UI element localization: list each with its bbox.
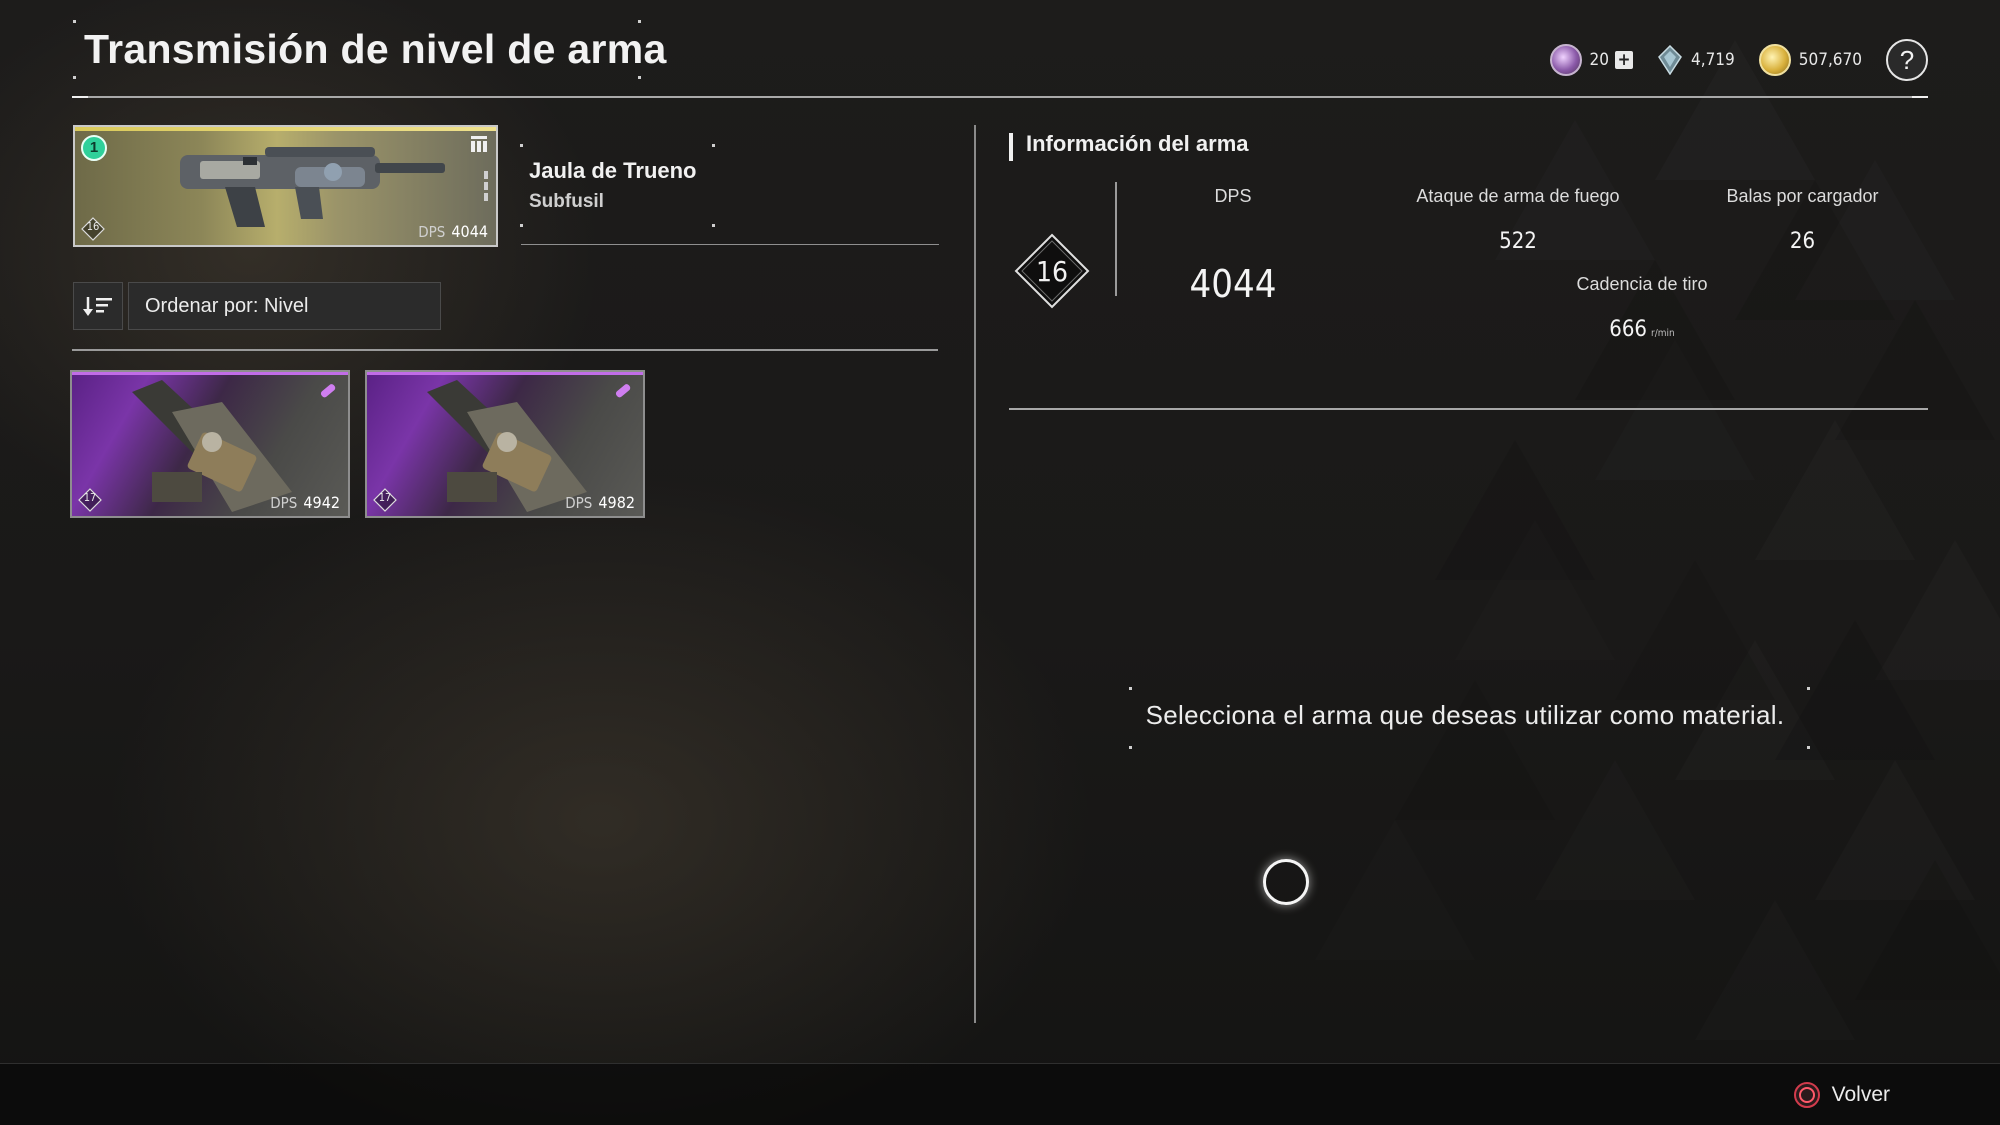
header-divider-cap <box>72 96 88 98</box>
magazine-stat-label: Balas por cargador <box>1726 186 1879 206</box>
currency-gold: 507,670 <box>1758 44 1862 76</box>
currency-purple: 20 + <box>1549 44 1633 76</box>
selection-prompt: Selecciona el arma que deseas utilizar c… <box>1145 700 1785 730</box>
dps-value: 4942 <box>303 493 340 512</box>
magazine-stat-value: 26 <box>1789 229 1816 254</box>
selected-weapon-card[interactable]: 1 16 DPS 4044 <box>73 125 498 247</box>
prompt-corner-dot <box>1807 687 1810 690</box>
back-button[interactable]: Volver <box>1793 1082 1890 1108</box>
crystal-icon <box>1658 45 1682 75</box>
currency-purple-value: 20 <box>1589 50 1609 70</box>
name-corner-dot <box>712 224 715 227</box>
material-dps: DPS 4942 <box>270 493 340 512</box>
ammo-icon <box>320 384 336 398</box>
fire-rate-stat-value: 666 <box>1609 317 1648 342</box>
ammo-icon <box>615 384 631 398</box>
sort-dropdown[interactable]: Ordenar por: Nivel <box>128 282 441 330</box>
material-weapon-card[interactable]: 17 DPS 4942 <box>70 370 350 518</box>
sort-icon <box>83 297 112 316</box>
sort-order-button[interactable] <box>73 282 123 330</box>
info-level: 16 <box>1035 255 1069 288</box>
dps-stat-value: 4044 <box>1189 262 1277 306</box>
prompt-corner-dot <box>1129 687 1132 690</box>
circle-button-icon <box>1793 1082 1820 1108</box>
prompt-corner-dot <box>1129 746 1132 749</box>
weapon-level-badge: 16 <box>81 217 105 241</box>
info-section-title: Información del arma <box>1026 131 1249 156</box>
dps-value: 4982 <box>598 493 635 512</box>
dps-stat-label: DPS <box>1214 186 1252 206</box>
material-level-badge: 17 <box>373 488 397 512</box>
list-divider <box>72 349 938 351</box>
title-corner-dot <box>638 20 641 23</box>
info-level-badge: 16 <box>1014 233 1090 309</box>
currency-bar: 20 + 4,719 507,670 ? <box>1549 39 1928 81</box>
material-dps: DPS 4982 <box>565 493 635 512</box>
name-corner-dot <box>520 144 523 147</box>
dps-label: DPS <box>565 494 593 512</box>
equipped-badge: 1 <box>81 135 107 161</box>
fire-rate-stat: 666 r/min <box>1492 317 1792 342</box>
material-level-badge: 17 <box>78 488 102 512</box>
info-divider <box>1009 408 1928 410</box>
header-divider <box>72 96 1928 98</box>
currency-crystal: 4,719 <box>1657 45 1735 75</box>
more-options-icon[interactable] <box>484 171 488 201</box>
attack-stat-value: 522 <box>1499 229 1537 254</box>
back-label: Volver <box>1831 1083 1890 1106</box>
panel-divider <box>974 125 976 1023</box>
cursor-ring <box>1263 859 1309 905</box>
title-corner-dot <box>73 76 76 79</box>
weapon-type: Subfusil <box>529 191 604 212</box>
prompt-corner-dot <box>1807 746 1810 749</box>
section-marker <box>1009 133 1013 161</box>
weapon-name-divider <box>521 244 939 245</box>
dps-label: DPS <box>270 494 298 512</box>
footer-bar <box>0 1063 2000 1125</box>
material-weapon-card[interactable]: 17 DPS 4982 <box>365 370 645 518</box>
title-corner-dot <box>73 20 76 23</box>
help-button[interactable]: ? <box>1886 39 1928 81</box>
background-pattern <box>1395 180 2000 1000</box>
dps-value: 4044 <box>451 222 488 241</box>
weapon-name: Jaula de Trueno <box>529 158 697 183</box>
title-corner-dot <box>638 76 641 79</box>
fire-rate-stat-label: Cadencia de tiro <box>1576 274 1708 294</box>
dps-label: DPS <box>418 223 446 241</box>
fire-rate-unit: r/min <box>1651 328 1675 339</box>
material-level: 17 <box>83 491 97 504</box>
currency-crystal-value: 4,719 <box>1690 50 1735 70</box>
stat-divider <box>1115 182 1117 296</box>
attachment-slots-icon <box>471 136 487 152</box>
add-currency-button[interactable]: + <box>1614 51 1633 69</box>
weapon-dps: DPS 4044 <box>418 222 488 241</box>
currency-gold-value: 507,670 <box>1798 50 1862 70</box>
header-divider-cap <box>1912 96 1928 98</box>
name-corner-dot <box>520 224 523 227</box>
purple-orb-icon <box>1549 44 1582 76</box>
page-title: Transmisión de nivel de arma <box>84 26 667 72</box>
attack-stat-label: Ataque de arma de fuego <box>1416 186 1620 206</box>
gold-coin-icon <box>1758 44 1791 76</box>
material-level: 17 <box>378 491 392 504</box>
name-corner-dot <box>712 144 715 147</box>
weapon-level: 16 <box>86 220 100 233</box>
